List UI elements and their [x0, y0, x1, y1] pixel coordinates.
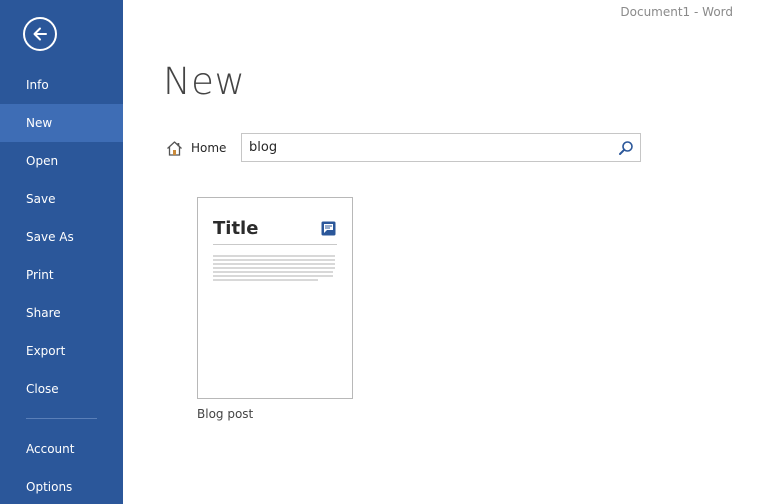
page-title: New: [163, 60, 246, 103]
template-caption[interactable]: Blog post: [197, 407, 253, 421]
search-icon: [619, 141, 633, 155]
template-text-line: [213, 263, 335, 265]
nav-item-print[interactable]: Print: [0, 256, 123, 294]
template-text-line: [213, 279, 318, 281]
home-icon: [167, 140, 182, 156]
nav-item-share[interactable]: Share: [0, 294, 123, 332]
template-heading: Title: [213, 218, 259, 239]
home-link[interactable]: Home: [166, 138, 226, 158]
template-text-line: [213, 255, 335, 257]
nav-item-close[interactable]: Close: [0, 370, 123, 408]
template-text-line: [213, 259, 335, 261]
nav-item-info[interactable]: Info: [0, 66, 123, 104]
nav-item-save-as[interactable]: Save As: [0, 218, 123, 256]
nav-item-new[interactable]: New: [0, 104, 123, 142]
template-text-line: [213, 267, 335, 269]
nav-item-options[interactable]: Options: [0, 468, 123, 504]
search-input[interactable]: [249, 137, 599, 158]
nav-item-save[interactable]: Save: [0, 180, 123, 218]
window-title: Document1 - Word: [620, 5, 733, 19]
word-backstage: Info New Open Save Save As Print Share E…: [0, 0, 777, 504]
sidebar-divider: [26, 418, 97, 419]
blog-badge-icon: [321, 221, 336, 236]
back-arrow-icon: [33, 27, 47, 41]
back-button[interactable]: [23, 17, 57, 51]
nav-item-open[interactable]: Open: [0, 142, 123, 180]
template-blog-post[interactable]: Title: [197, 197, 353, 399]
template-text-line: [213, 271, 333, 273]
nav-item-account[interactable]: Account: [0, 430, 123, 468]
template-title-rule: [213, 244, 337, 245]
template-text-line: [213, 275, 333, 277]
template-search-box: [241, 133, 641, 162]
backstage-sidebar: Info New Open Save Save As Print Share E…: [0, 0, 123, 504]
nav-item-export[interactable]: Export: [0, 332, 123, 370]
home-label: Home: [191, 141, 227, 155]
search-button[interactable]: [618, 140, 634, 156]
